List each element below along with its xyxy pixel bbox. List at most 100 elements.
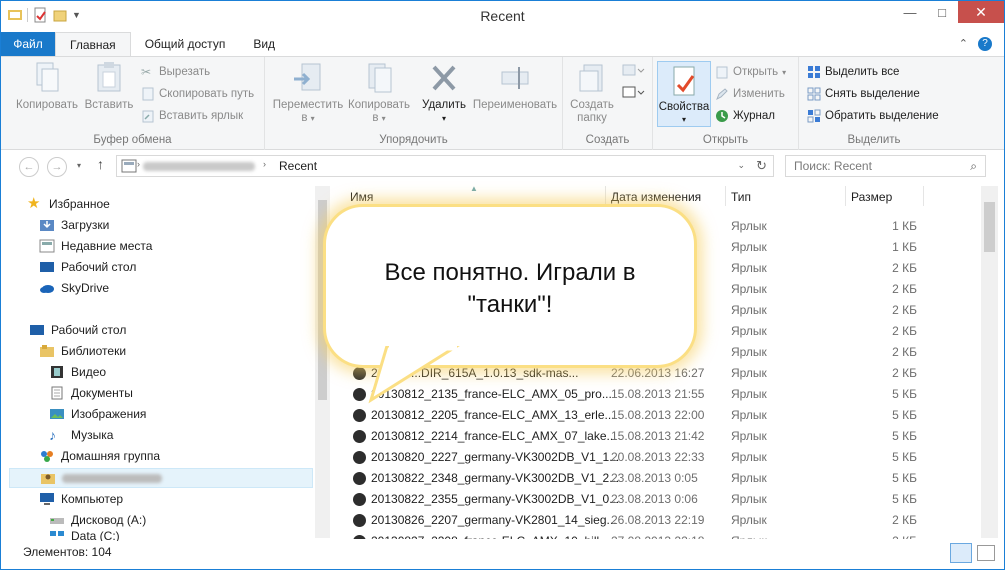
copy-to-button[interactable]: Копировать в ▾ xyxy=(345,61,413,125)
table-row[interactable]: 20130812_2205_france-ELC_AMX_13_erle... 1… xyxy=(331,405,981,426)
forward-button[interactable]: → xyxy=(47,157,67,177)
file-type: Ярлык xyxy=(731,450,767,464)
nav-documents[interactable]: Документы xyxy=(49,383,133,403)
help-icon[interactable]: ? xyxy=(978,37,992,51)
nav-desktop-fav[interactable]: Рабочий стол xyxy=(39,257,136,277)
table-row[interactable]: 20130812_2214_france-ELC_AMX_07_lake... 1… xyxy=(331,426,981,447)
nav-downloads[interactable]: Загрузки xyxy=(39,215,109,235)
select-none-button[interactable]: Снять выделение xyxy=(807,87,920,101)
select-all-button[interactable]: Выделить все xyxy=(807,65,899,79)
table-row[interactable]: 20130822_2348_germany-VK3002DB_V1_2... 23… xyxy=(331,468,981,489)
table-row[interactable]: 20130822_2355_germany-VK3002DB_V1_0... 23… xyxy=(331,489,981,510)
tab-view[interactable]: Вид xyxy=(239,32,289,56)
list-scroll-thumb[interactable] xyxy=(984,202,995,252)
new-folder-button[interactable]: Создать папку xyxy=(565,61,619,125)
nav-homegroup[interactable]: Домашняя группа xyxy=(39,446,160,466)
edit-button[interactable]: Изменить xyxy=(715,87,785,101)
delete-button[interactable]: Удалить ▾ xyxy=(419,61,469,125)
copy-label: Копировать xyxy=(16,99,78,111)
nav-data-drive[interactable]: Data (C:) xyxy=(49,531,120,541)
rename-button[interactable]: Переименовать xyxy=(469,61,561,112)
windows-drive-icon xyxy=(50,531,64,536)
ribbon-collapse-icon[interactable]: ⌃ xyxy=(959,37,968,51)
search-input[interactable]: Поиск: Recent ⌕ xyxy=(785,155,986,177)
history-button[interactable]: Журнал xyxy=(715,109,775,123)
paste-label: Вставить xyxy=(84,99,134,111)
new-item-icon[interactable] xyxy=(621,63,645,79)
recent-locations-icon[interactable]: ▾ xyxy=(77,161,81,170)
minimize-button[interactable]: — xyxy=(894,1,926,23)
refresh-icon[interactable]: ↻ xyxy=(756,158,767,174)
large-icons-view-icon[interactable] xyxy=(977,545,995,561)
details-view-icon[interactable] xyxy=(950,543,972,563)
nav-recent-places[interactable]: Недавние места xyxy=(39,236,152,256)
nav-favorites[interactable]: ★ Избранное xyxy=(27,194,110,214)
nav-video[interactable]: Видео xyxy=(49,362,106,382)
nav-dvd[interactable]: Дисковод (A:) xyxy=(49,510,146,530)
tab-share[interactable]: Общий доступ xyxy=(131,32,240,56)
file-size: 5 КБ xyxy=(892,429,917,443)
table-row[interactable]: 20130827_2208_france-ELC_AMX_10_hill...2… xyxy=(331,531,981,539)
col-date[interactable]: Дата изменения xyxy=(611,190,701,204)
nav-data-label: Data (C:) xyxy=(71,531,120,541)
nav-libraries[interactable]: Библиотеки xyxy=(39,341,126,361)
new-group-label: Создать xyxy=(585,134,630,146)
tab-file[interactable]: Файл xyxy=(1,32,55,56)
paste-shortcut-button[interactable]: Вставить ярлык xyxy=(141,109,243,123)
search-icon[interactable]: ⌕ xyxy=(970,159,977,174)
file-size: 2 КБ xyxy=(892,366,917,380)
open-group: Свойства ▾ Открыть ▾ Изменить Журнал Откр… xyxy=(653,57,799,150)
copy-to-label-2: в xyxy=(372,112,379,124)
address-box[interactable]: › › Recent ⌄ ↻ xyxy=(116,155,774,177)
move-to-button[interactable]: Переместить в ▾ xyxy=(271,61,345,125)
maximize-button[interactable]: □ xyxy=(926,1,958,23)
status-bar: Элементов: 104 xyxy=(1,541,1004,570)
nav-user-selected[interactable] xyxy=(9,468,313,488)
copy-path-button[interactable]: Скопировать путь xyxy=(141,87,254,101)
col-size[interactable]: Размер xyxy=(851,190,892,204)
close-button[interactable]: ✕ xyxy=(958,1,1004,23)
address-dropdown-icon[interactable]: ⌄ xyxy=(737,160,745,171)
nav-images-label: Изображения xyxy=(71,407,147,421)
list-scrollbar[interactable] xyxy=(981,186,998,538)
recent-folder-icon xyxy=(121,159,137,173)
properties-dropdown-icon: ▾ xyxy=(681,115,686,124)
nav-music[interactable]: ♪ Музыка xyxy=(49,425,113,445)
copy-button[interactable]: Копировать xyxy=(15,61,79,112)
paste-button[interactable]: Вставить xyxy=(83,61,135,112)
file-size: 5 КБ xyxy=(892,387,917,401)
up-arrow-icon[interactable]: ↑ xyxy=(97,156,104,172)
invert-selection-button[interactable]: Обратить выделение xyxy=(807,109,939,123)
nav-computer[interactable]: Компьютер xyxy=(39,489,123,509)
file-type: Ярлык xyxy=(731,429,767,443)
nav-skydrive[interactable]: SkyDrive xyxy=(39,278,109,298)
file-size: 5 КБ xyxy=(892,492,917,506)
select-group: Выделить все Снять выделение Обратить вы… xyxy=(799,57,949,150)
table-row[interactable]: 20130826_2207_germany-VK2801_14_sieg... 2… xyxy=(331,510,981,531)
nav-video-label: Видео xyxy=(71,365,107,379)
tab-home[interactable]: Главная xyxy=(55,32,131,56)
history-label: Журнал xyxy=(733,110,775,122)
file-name: 20130812_2205_france-ELC_AMX_13_erle... xyxy=(371,408,615,422)
breadcrumb-user-blurred[interactable] xyxy=(143,162,255,171)
scissors-icon: ✂ xyxy=(141,65,152,79)
file-date: 22.06.2013 16:27 xyxy=(611,366,705,380)
back-button[interactable]: ← xyxy=(19,157,39,177)
nav-favorites-label: Избранное xyxy=(49,197,110,211)
file-size: 1 КБ xyxy=(892,219,917,233)
nav-desktop[interactable]: Рабочий стол xyxy=(29,320,126,340)
breadcrumb-chevron-icon[interactable]: › xyxy=(137,159,140,169)
easy-access-icon[interactable] xyxy=(621,85,645,101)
nav-images[interactable]: Изображения xyxy=(49,404,146,424)
breadcrumb-chevron-icon-2[interactable]: › xyxy=(263,159,266,169)
table-row[interactable]: 20130820_2227_germany-VK3002DB_V1_1... 20… xyxy=(331,447,981,468)
music-note-icon: ♪ xyxy=(49,427,56,443)
breadcrumb-current[interactable]: Recent xyxy=(279,159,317,173)
properties-button[interactable]: Свойства ▾ xyxy=(657,61,711,127)
col-type[interactable]: Тип xyxy=(731,190,751,204)
cut-button[interactable]: ✂ Вырезать xyxy=(141,65,210,79)
open-button[interactable]: Открыть ▾ xyxy=(715,65,786,79)
file-size: 5 КБ xyxy=(892,408,917,422)
properties-check-icon xyxy=(673,66,695,96)
col-name[interactable]: Имя xyxy=(350,190,373,204)
